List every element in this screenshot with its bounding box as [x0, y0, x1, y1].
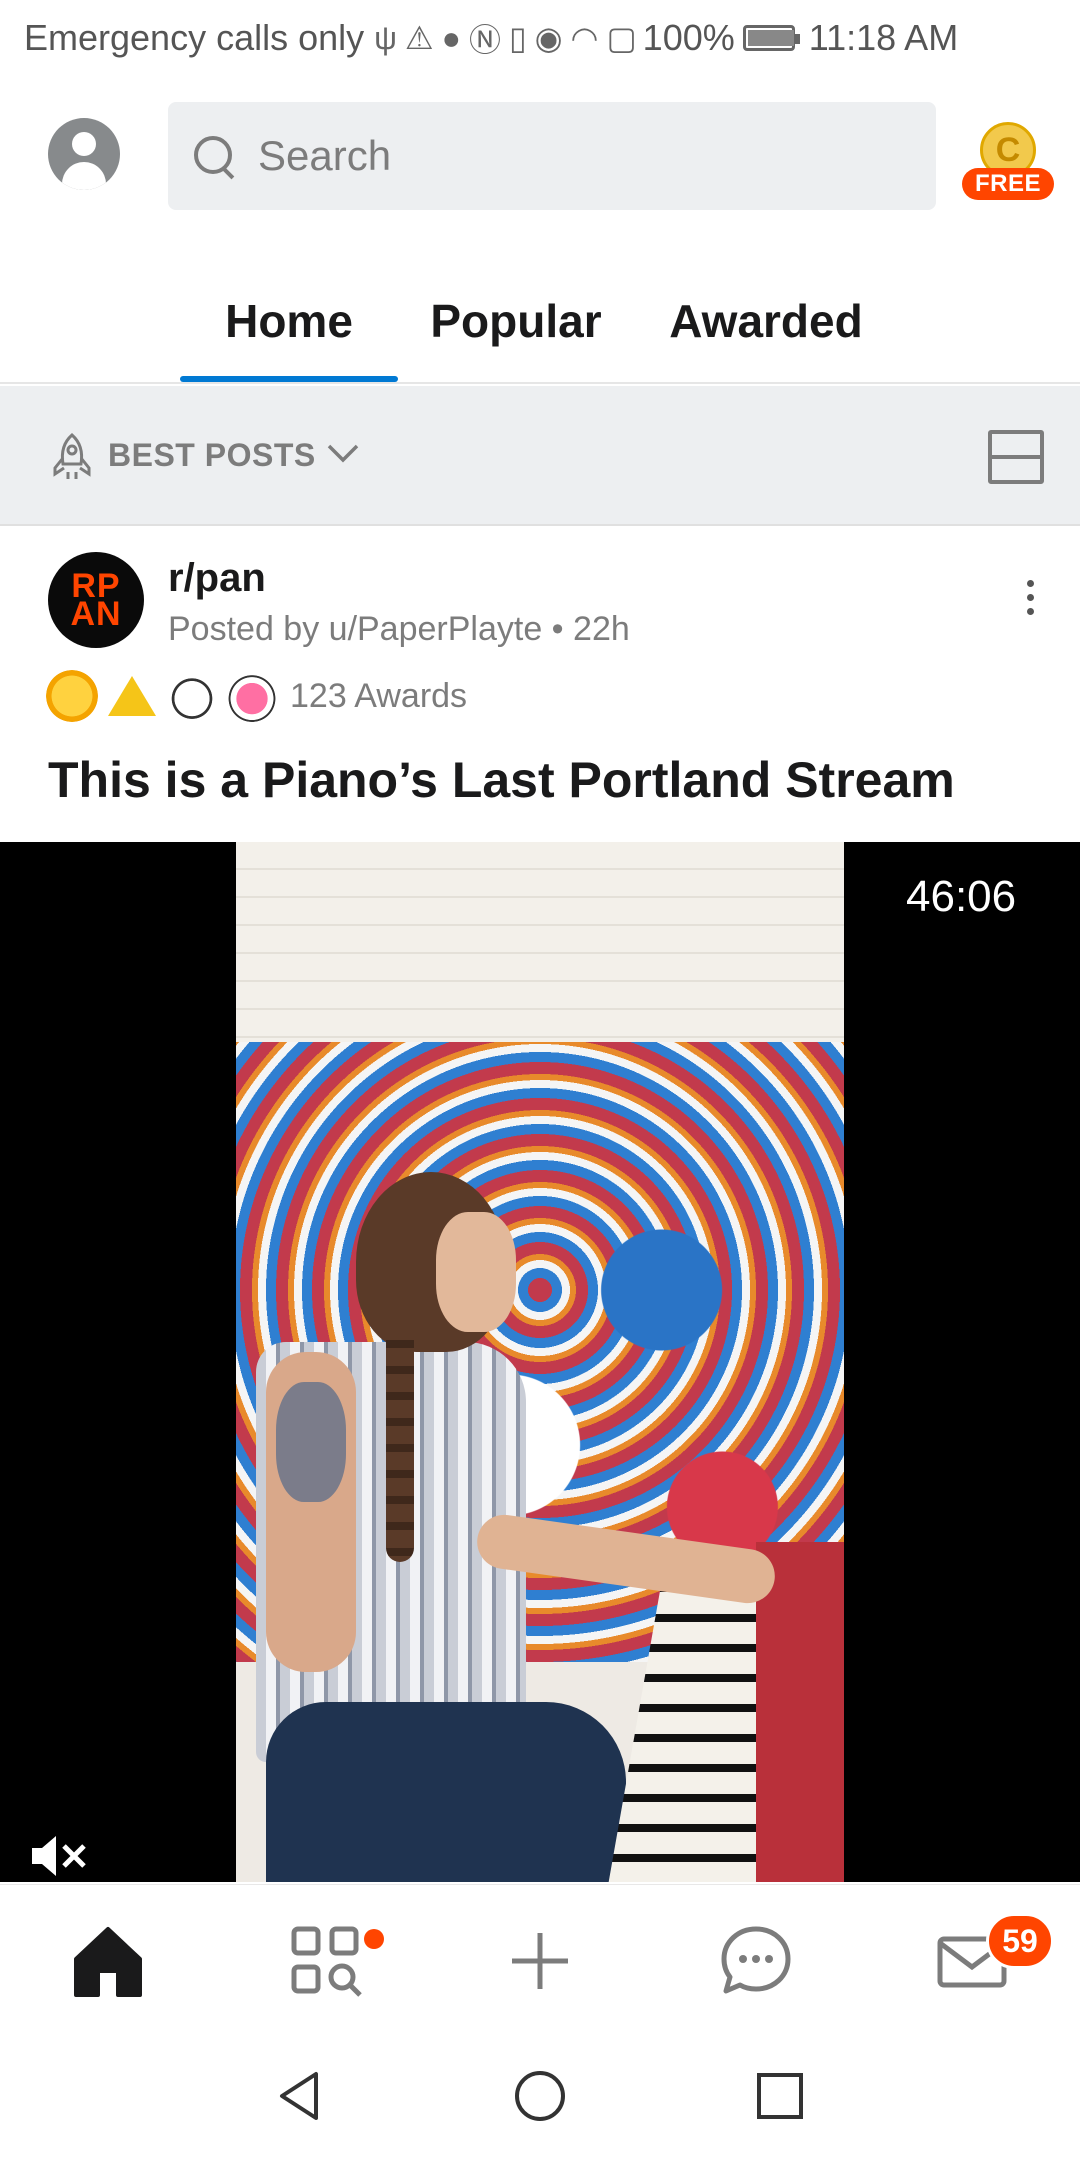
battery-icon — [742, 25, 800, 51]
video-frame — [236, 842, 844, 1882]
post-meta[interactable]: Posted by u/PaperPlayte • 22h — [168, 610, 630, 649]
card-layout-icon[interactable] — [988, 430, 1044, 484]
feed-tabs: Home Popular Awarded — [0, 260, 1080, 384]
clock: 11:18 AM — [808, 17, 959, 58]
warning-icon: ⚠ — [404, 20, 434, 56]
nfc-icon: Ⓝ — [468, 22, 501, 58]
chevron-down-icon[interactable] — [326, 438, 360, 468]
tab-home[interactable]: Home — [180, 260, 398, 382]
recents-icon[interactable] — [750, 2066, 810, 2126]
video-player[interactable]: 46:06 — [0, 842, 1080, 1882]
subreddit-icon[interactable]: RP AN — [48, 552, 144, 648]
video-duration: 46:06 — [906, 872, 1017, 921]
rocket-icon[interactable] — [50, 432, 94, 482]
home-icon[interactable] — [68, 1921, 148, 2001]
search-icon — [192, 134, 236, 178]
more-vertical-icon[interactable] — [1024, 580, 1036, 624]
awards-row[interactable]: 123 Awards — [46, 670, 467, 722]
carrier-text: Emergency calls only — [24, 17, 365, 58]
sort-bar: BEST POSTS — [0, 386, 1080, 526]
subreddit-name[interactable]: r/pan — [168, 556, 266, 601]
home-circle-icon[interactable] — [510, 2066, 570, 2126]
battery-percent: 100% — [642, 17, 735, 58]
award-wholesome-icon — [226, 670, 278, 722]
sort-label[interactable]: BEST POSTS — [108, 386, 316, 524]
tab-popular[interactable]: Popular — [420, 260, 612, 382]
free-coins-button[interactable]: C FREE — [962, 118, 1054, 204]
create-icon[interactable] — [500, 1921, 580, 2001]
award-face-icon — [166, 670, 218, 722]
post-title[interactable]: This is a Piano’s Last Portland Stream — [48, 750, 1038, 810]
award-pyramid-icon — [106, 670, 158, 722]
status-icons: ψ ⚠ ● Ⓝ ▯ ◉ ◠ ▢ — [374, 15, 637, 61]
usb-icon: ψ — [374, 19, 397, 56]
user-avatar-icon[interactable] — [48, 118, 120, 190]
app-header: C FREE — [0, 100, 1080, 212]
tab-selected-indicator — [180, 376, 398, 382]
communities-icon[interactable] — [286, 1921, 366, 2001]
award-sun-icon — [46, 670, 98, 722]
status-bar: Emergency calls only ψ ⚠ ● Ⓝ ▯ ◉ ◠ ▢ 100… — [0, 0, 1080, 76]
wifi-icon: ◠ — [570, 20, 599, 56]
chat-icon[interactable] — [716, 1921, 796, 2001]
tab-awarded[interactable]: Awarded — [656, 260, 876, 382]
search-bar[interactable] — [168, 102, 936, 210]
vibrate-icon: ▯ — [508, 20, 527, 56]
back-icon[interactable] — [270, 2066, 330, 2126]
notification-icon: ● — [441, 19, 461, 56]
alert-icon: ▢ — [606, 20, 637, 56]
communities-badge-dot — [364, 1929, 384, 1949]
eye-icon: ◉ — [534, 20, 563, 56]
search-input[interactable] — [258, 132, 858, 180]
inbox-badge: 59 — [986, 1913, 1054, 1969]
awards-count: 123 Awards — [290, 676, 468, 715]
free-label: FREE — [962, 168, 1054, 200]
volume-muted-icon[interactable] — [30, 1834, 90, 1878]
system-navigation — [0, 2040, 1080, 2160]
bottom-navigation: 59 — [0, 1884, 1080, 2040]
